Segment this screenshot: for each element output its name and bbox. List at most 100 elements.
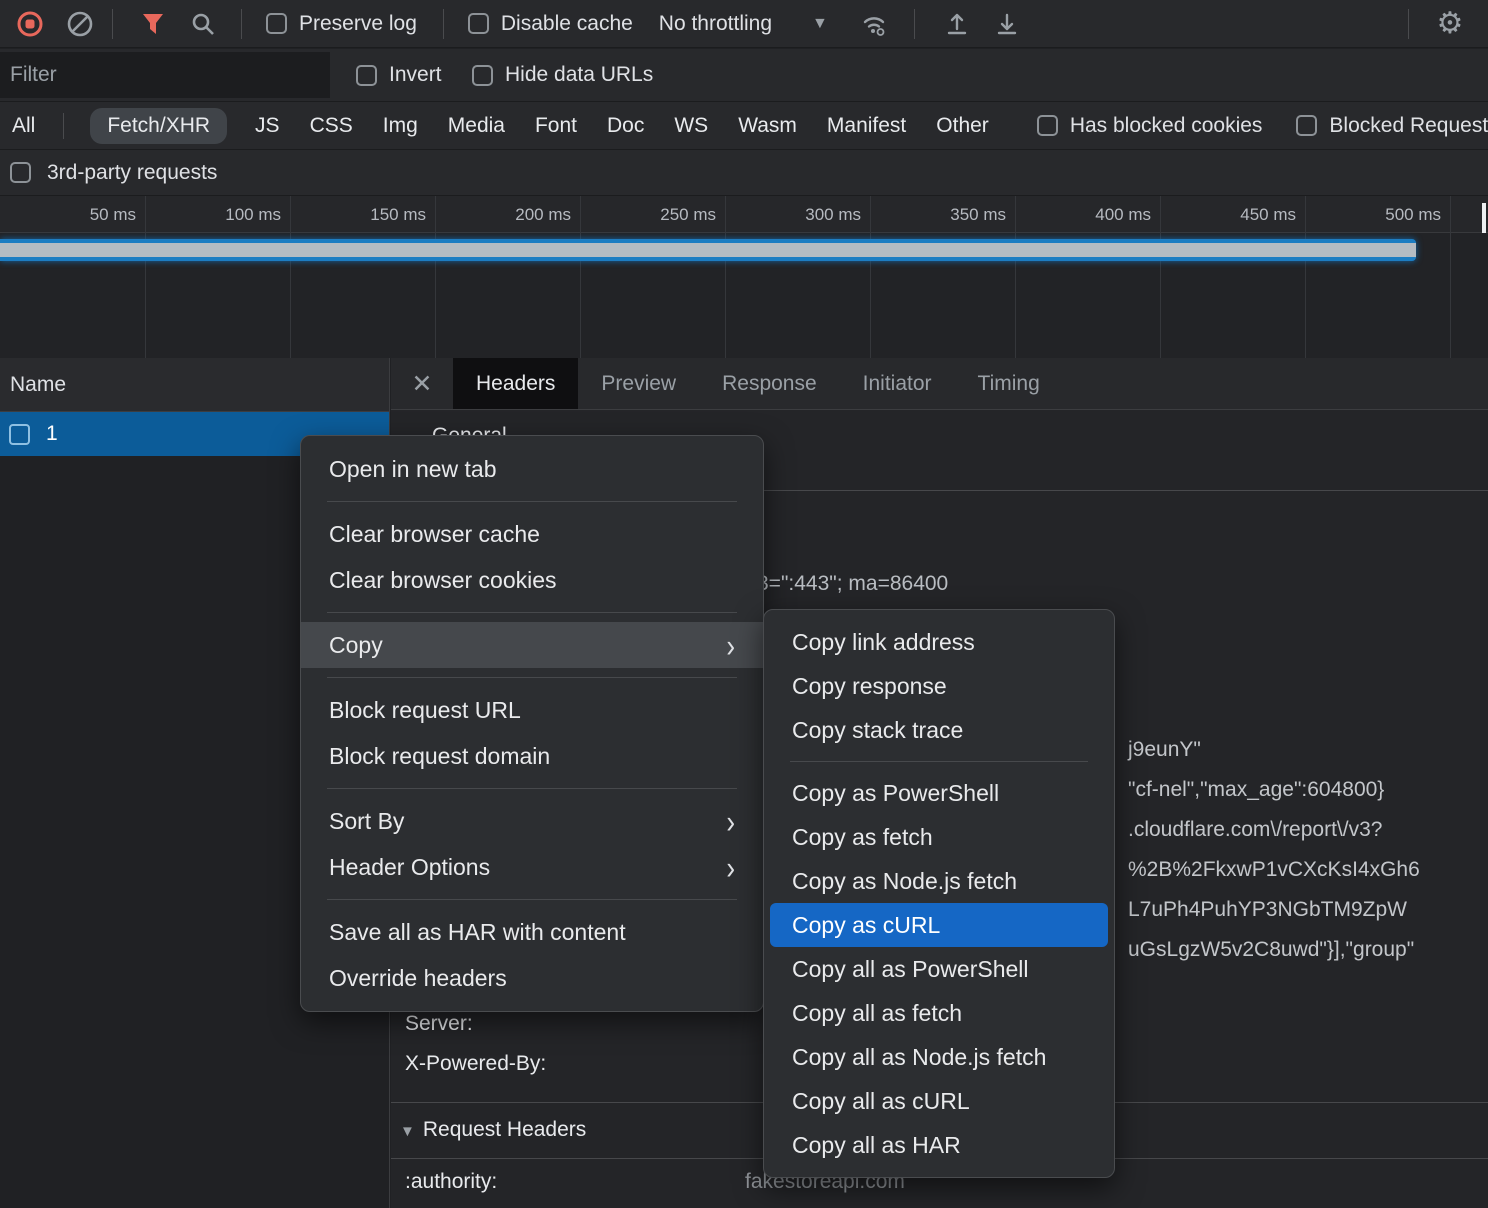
authority-header-key: :authority: (405, 1170, 497, 1194)
type-filter-other[interactable]: Other (934, 109, 991, 143)
menu-item-copy-link-address[interactable]: Copy link address (764, 620, 1114, 664)
close-icon: ✕ (412, 369, 433, 399)
has-blocked-cookies-checkbox[interactable]: Has blocked cookies (1037, 114, 1263, 138)
invert-checkbox[interactable]: Invert (356, 63, 442, 87)
menu-item-block-request-url[interactable]: Block request URL (301, 687, 763, 733)
tab-headers[interactable]: Headers (453, 358, 578, 409)
menu-item-copy-all-as-powershell[interactable]: Copy all as PowerShell (764, 947, 1114, 991)
type-filter-ws[interactable]: WS (672, 109, 710, 143)
type-filter-js[interactable]: JS (253, 109, 282, 143)
header-value-line: .cloudflare.com\/report\/v3? (1128, 810, 1420, 850)
type-filter-all[interactable]: All (10, 109, 37, 143)
request-headers-section[interactable]: ▼Request Headers (400, 1118, 586, 1142)
menu-separator (327, 677, 737, 678)
throttling-value: No throttling (659, 12, 772, 36)
gridline (435, 196, 436, 358)
menu-item-clear-browser-cookies[interactable]: Clear browser cookies (301, 557, 763, 603)
close-details-button[interactable]: ✕ (391, 358, 453, 409)
menu-item-copy-all-as-har[interactable]: Copy all as HAR (764, 1123, 1114, 1167)
filter-funnel-icon[interactable] (135, 6, 171, 42)
timeline-ruler[interactable]: 50 ms100 ms150 ms200 ms250 ms300 ms350 m… (0, 196, 1488, 233)
ruler-label-100-ms: 100 ms (145, 196, 290, 232)
network-conditions-icon[interactable] (856, 6, 892, 42)
menu-item-label: Sort By (329, 808, 404, 835)
menu-item-copy-all-as-curl[interactable]: Copy all as cURL (764, 1079, 1114, 1123)
tab-timing[interactable]: Timing (955, 358, 1063, 409)
menu-separator (327, 899, 737, 900)
menu-item-copy-as-fetch[interactable]: Copy as fetch (764, 815, 1114, 859)
filter-row: Invert Hide data URLs (0, 49, 1488, 102)
search-icon[interactable] (185, 6, 221, 42)
ruler-label-350-ms: 350 ms (870, 196, 1015, 232)
menu-item-copy-as-curl[interactable]: Copy as cURL (770, 903, 1108, 947)
disable-cache-checkbox[interactable]: Disable cache (468, 12, 633, 36)
server-header-key: Server: (405, 1012, 473, 1036)
throttling-dropdown[interactable]: No throttling ▼ (659, 12, 828, 36)
ruler-label-150-ms: 150 ms (290, 196, 435, 232)
blocked-requests-checkbox[interactable]: Blocked Requests (1296, 114, 1488, 138)
menu-item-label: Copy link address (792, 629, 975, 656)
name-column-header[interactable]: Name (0, 358, 389, 412)
tab-response[interactable]: Response (699, 358, 840, 409)
type-filter-manifest[interactable]: Manifest (825, 109, 908, 143)
menu-item-open-in-new-tab[interactable]: Open in new tab (301, 446, 763, 492)
hide-data-urls-label: Hide data URLs (505, 63, 653, 87)
clear-button[interactable] (62, 6, 98, 42)
menu-item-sort-by[interactable]: Sort By› (301, 798, 763, 844)
type-filter-font[interactable]: Font (533, 109, 579, 143)
checkbox[interactable] (468, 13, 489, 34)
checkbox[interactable] (356, 65, 377, 86)
menu-item-copy-as-node-js-fetch[interactable]: Copy as Node.js fetch (764, 859, 1114, 903)
menu-item-save-all-as-har-with-content[interactable]: Save all as HAR with content (301, 909, 763, 955)
type-filter-doc[interactable]: Doc (605, 109, 646, 143)
preserve-log-checkbox[interactable]: Preserve log (266, 12, 417, 36)
invert-label: Invert (389, 63, 442, 87)
record-button[interactable] (12, 6, 48, 42)
menu-item-copy-all-as-node-js-fetch[interactable]: Copy all as Node.js fetch (764, 1035, 1114, 1079)
chevron-right-icon: › (726, 629, 735, 662)
ruler-label-200-ms: 200 ms (435, 196, 580, 232)
filter-input[interactable] (0, 52, 330, 98)
checkbox[interactable] (1296, 115, 1317, 136)
menu-separator (327, 788, 737, 789)
export-har-icon[interactable] (989, 6, 1025, 42)
type-filter-media[interactable]: Media (446, 109, 507, 143)
menu-item-label: Save all as HAR with content (329, 919, 626, 946)
menu-item-copy-stack-trace[interactable]: Copy stack trace (764, 708, 1114, 752)
type-filter-wasm[interactable]: Wasm (736, 109, 799, 143)
menu-item-label: Copy all as HAR (792, 1132, 961, 1159)
tab-preview[interactable]: Preview (578, 358, 699, 409)
ruler-label-300-ms: 300 ms (725, 196, 870, 232)
type-filter-list: All Fetch/XHR JS CSS Img Media Font Doc WS Wasm Ma… (10, 108, 991, 144)
hide-data-urls-checkbox[interactable]: Hide data URLs (472, 63, 653, 87)
header-value-line: %2B%2FkxwP1vCXcKsI4xGh6 (1128, 850, 1420, 890)
menu-item-label: Block request URL (329, 697, 521, 724)
menu-item-override-headers[interactable]: Override headers (301, 955, 763, 1001)
details-tabs: HeadersPreviewResponseInitiatorTiming (453, 358, 1063, 409)
import-har-icon[interactable] (939, 6, 975, 42)
menu-item-copy-response[interactable]: Copy response (764, 664, 1114, 708)
menu-item-copy-all-as-fetch[interactable]: Copy all as fetch (764, 991, 1114, 1035)
menu-item-label: Copy all as PowerShell (792, 956, 1029, 983)
type-filter-css[interactable]: CSS (308, 109, 355, 143)
row-checkbox[interactable] (9, 424, 30, 445)
checkbox[interactable] (472, 65, 493, 86)
details-tab-bar: ✕ HeadersPreviewResponseInitiatorTiming (391, 358, 1488, 410)
tab-initiator[interactable]: Initiator (840, 358, 955, 409)
menu-item-header-options[interactable]: Header Options› (301, 844, 763, 890)
checkbox[interactable] (266, 13, 287, 34)
menu-item-clear-browser-cache[interactable]: Clear browser cache (301, 511, 763, 557)
third-party-checkbox[interactable] (10, 162, 31, 183)
gridline (290, 196, 291, 358)
menu-item-copy[interactable]: Copy› (301, 622, 763, 668)
network-toolbar: Preserve log Disable cache No throttling… (0, 0, 1488, 48)
settings-gear-icon[interactable]: ⚙ (1432, 6, 1468, 42)
menu-item-label: Copy response (792, 673, 947, 700)
gridline (145, 196, 146, 358)
type-filter-img[interactable]: Img (381, 109, 420, 143)
type-filter-fetch-xhr[interactable]: Fetch/XHR (90, 108, 227, 144)
gridline (725, 196, 726, 358)
menu-item-copy-as-powershell[interactable]: Copy as PowerShell (764, 771, 1114, 815)
menu-item-block-request-domain[interactable]: Block request domain (301, 733, 763, 779)
checkbox[interactable] (1037, 115, 1058, 136)
